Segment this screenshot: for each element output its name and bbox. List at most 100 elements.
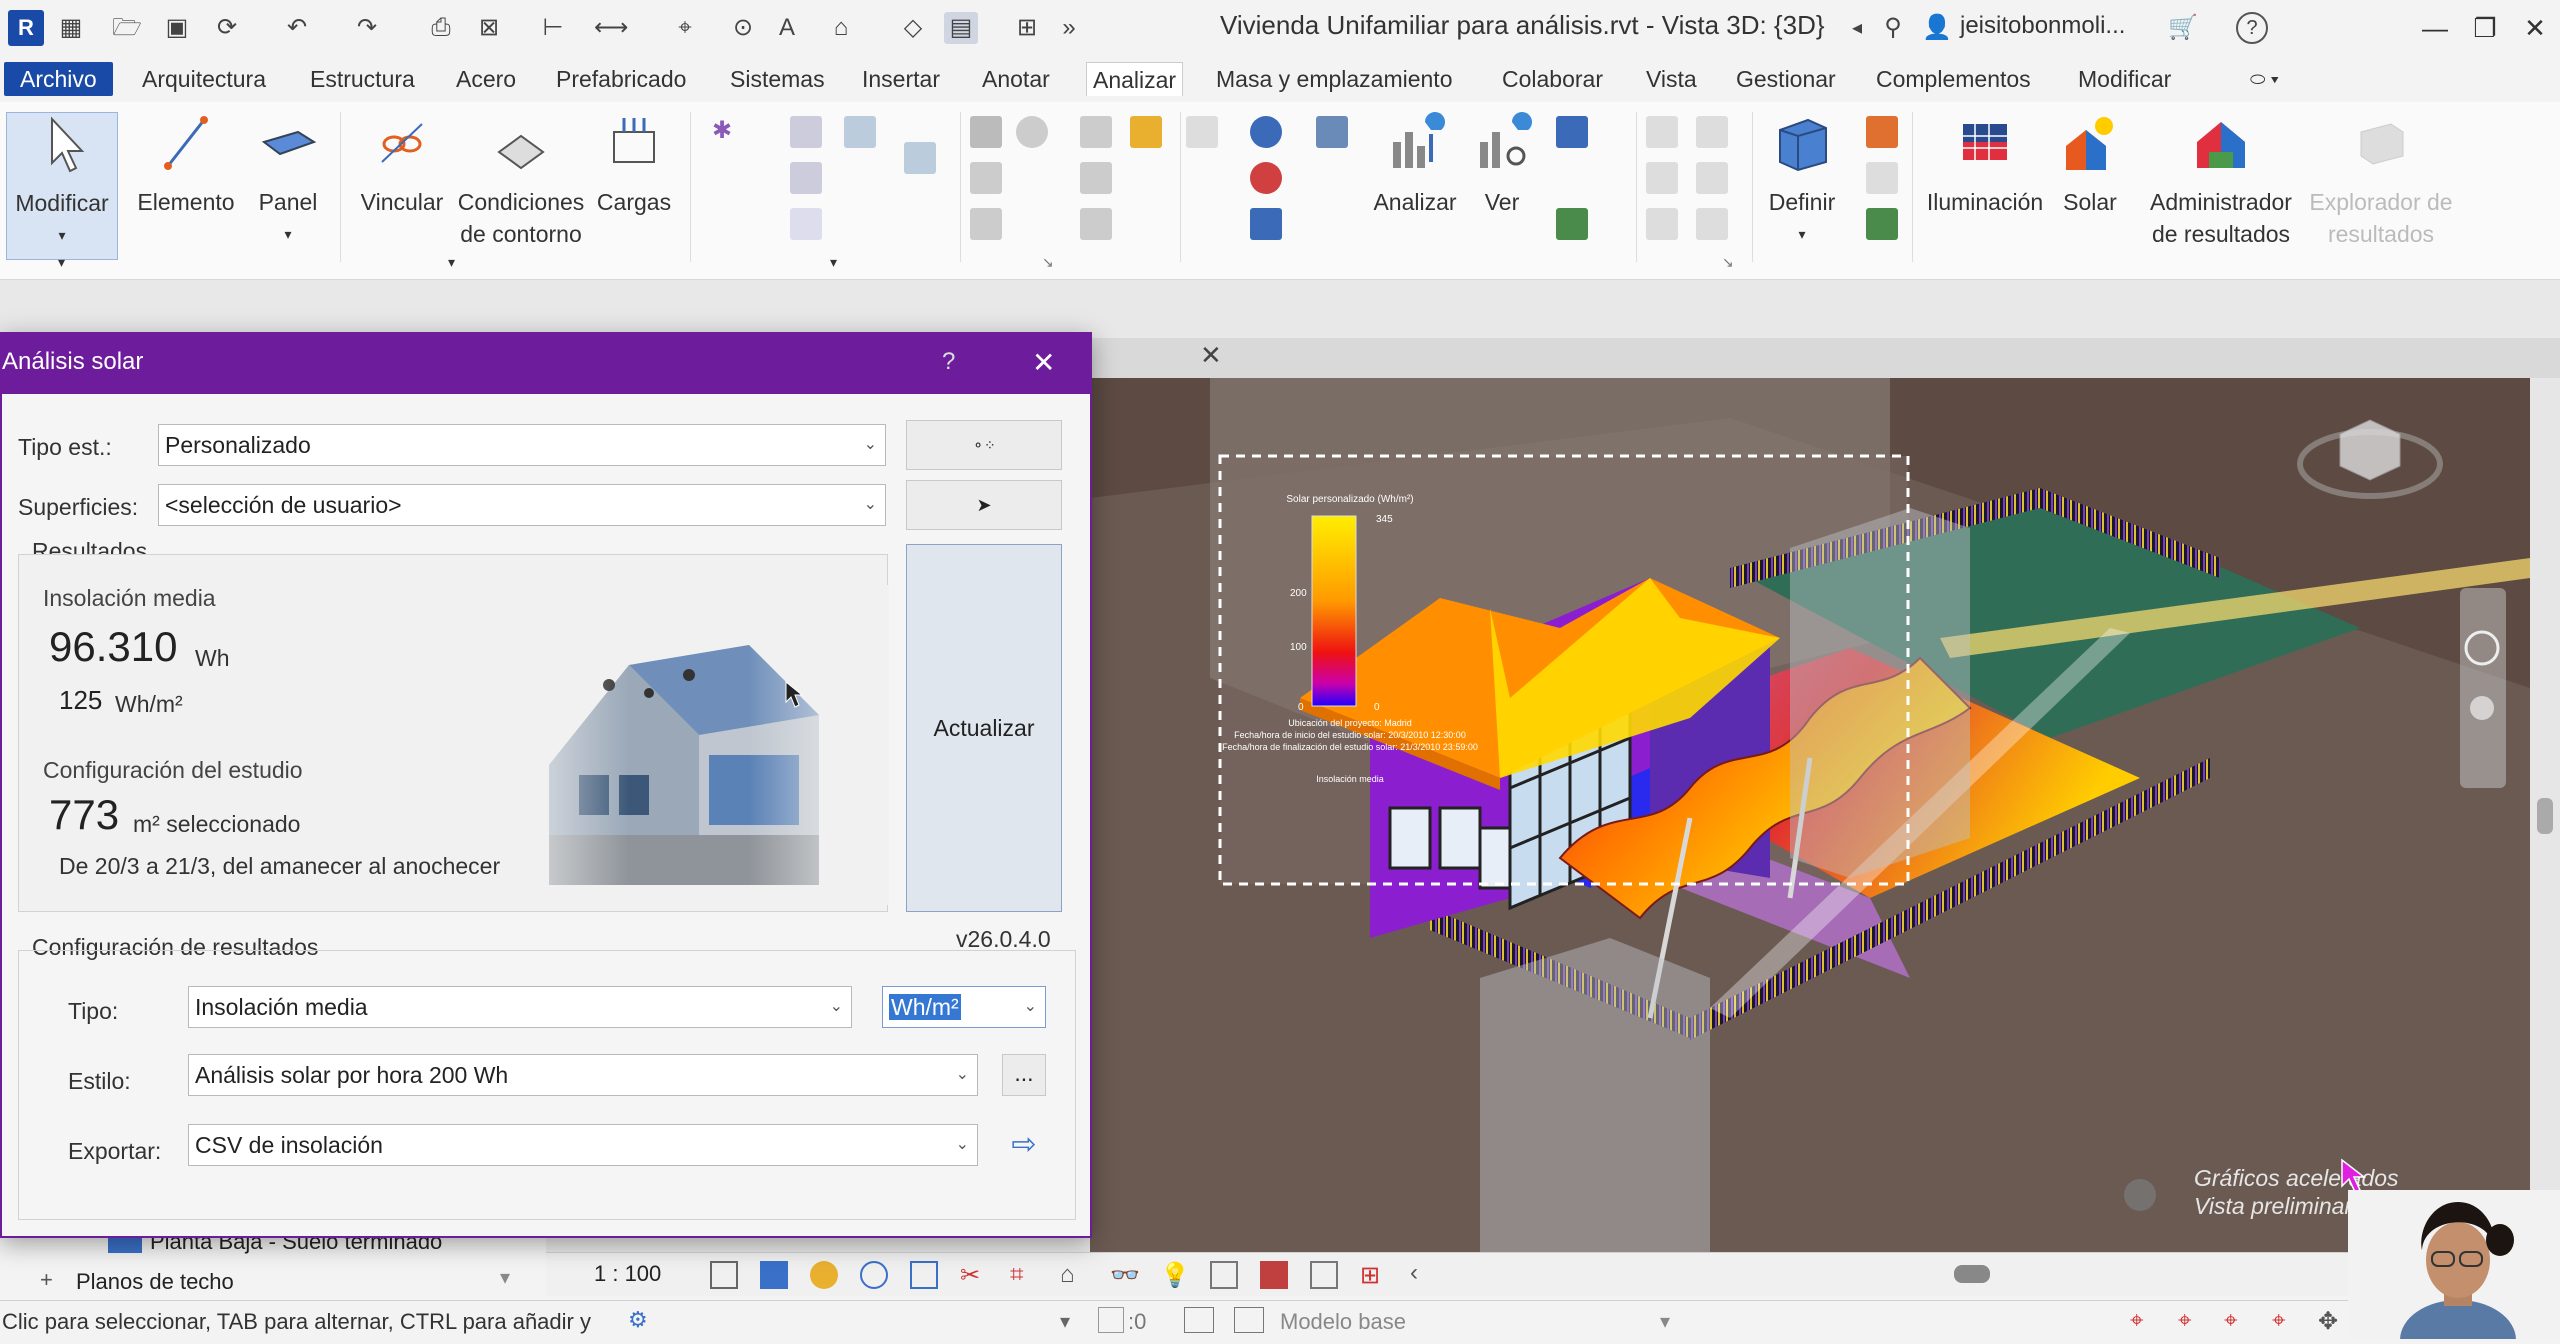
sync-icon[interactable]: ⟳ bbox=[210, 12, 244, 44]
section-icon[interactable]: ◇ bbox=[896, 12, 930, 44]
study-type-select[interactable]: Personalizado ⌄ bbox=[158, 424, 886, 466]
surfaces-select[interactable]: <selección de usuario> ⌄ bbox=[158, 484, 886, 526]
detail-level-icon[interactable] bbox=[710, 1261, 738, 1289]
tab-sistemas[interactable]: Sistemas bbox=[724, 62, 831, 96]
close-view-icon[interactable]: ✕ bbox=[1200, 340, 1222, 371]
close-window-button[interactable]: ✕ bbox=[2505, 6, 2560, 50]
save-icon[interactable]: ▣ bbox=[160, 12, 194, 44]
scroll-left-icon[interactable]: ‹ bbox=[1410, 1259, 1418, 1287]
dialog-launcher-icon[interactable]: ↘ bbox=[1042, 254, 1054, 271]
tab-archivo[interactable]: Archivo bbox=[4, 62, 113, 96]
drag-elements-icon[interactable]: ✥ bbox=[2318, 1307, 2338, 1336]
reveal-hidden-icon[interactable]: 💡 bbox=[1160, 1261, 1190, 1289]
tab-arquitectura[interactable]: Arquitectura bbox=[136, 62, 272, 96]
viewport-scrollbar[interactable] bbox=[2530, 378, 2560, 1258]
style-more-button[interactable]: ... bbox=[1002, 1054, 1046, 1096]
dialog-title-bar[interactable]: Análisis solar ? ✕ bbox=[2, 334, 1090, 394]
scrollbar-thumb[interactable] bbox=[2537, 798, 2553, 834]
globe-remove-icon[interactable] bbox=[1250, 162, 1282, 194]
route-icon[interactable] bbox=[1556, 116, 1588, 148]
modify-button[interactable]: Modificar ▾ bbox=[6, 112, 118, 260]
switch-windows-icon[interactable]: ▤ bbox=[944, 12, 978, 44]
3d-viewport[interactable]: Solar personalizado (Wh/m²) 345 200 100 … bbox=[1090, 378, 2530, 1258]
expand-icon[interactable]: + bbox=[40, 1267, 53, 1293]
system-icon[interactable] bbox=[1080, 208, 1112, 240]
tag-icon[interactable]: ⌖ bbox=[668, 12, 702, 44]
definition-small-icon[interactable] bbox=[1646, 162, 1678, 194]
element-button[interactable]: Elemento bbox=[130, 112, 242, 218]
3d-model-view[interactable]: Solar personalizado (Wh/m²) 345 200 100 … bbox=[1090, 378, 2530, 1258]
undo-icon[interactable]: ↶ bbox=[280, 12, 314, 44]
route-add-icon[interactable] bbox=[1556, 208, 1588, 240]
space-icon[interactable] bbox=[970, 116, 1002, 148]
design-options-icon[interactable] bbox=[1184, 1307, 1214, 1333]
select-underlay-icon[interactable]: ⌖ bbox=[2178, 1307, 2192, 1335]
panel-button[interactable]: Panel ▾ bbox=[248, 112, 328, 250]
close-hidden-icon[interactable]: ⊞ bbox=[1010, 12, 1044, 44]
tab-gestionar[interactable]: Gestionar bbox=[1730, 62, 1842, 96]
help-icon[interactable]: ? bbox=[2236, 12, 2268, 44]
definition-small-icon[interactable] bbox=[1646, 116, 1678, 148]
toggle-icon[interactable] bbox=[2124, 1179, 2156, 1211]
lighting-button[interactable]: Iluminación bbox=[1920, 112, 2050, 218]
crop-view-icon[interactable]: ✂ bbox=[960, 1261, 988, 1289]
model-icon[interactable] bbox=[1234, 1307, 1264, 1333]
report-icon[interactable] bbox=[1250, 208, 1282, 240]
view-scale[interactable]: 1 : 100 bbox=[594, 1261, 661, 1287]
analysis-small-icon[interactable] bbox=[904, 142, 936, 174]
navigation-bar[interactable] bbox=[2460, 588, 2506, 788]
delete-icon[interactable]: ⊠ bbox=[472, 12, 506, 44]
browser-item-planos-techo[interactable]: Planos de techo bbox=[76, 1269, 234, 1295]
browser-scroll-down-icon[interactable]: ▾ bbox=[500, 1265, 510, 1290]
dialog-close-button[interactable]: ✕ bbox=[1032, 346, 1055, 379]
dimension-icon[interactable]: ⟷ bbox=[594, 12, 628, 44]
definition-small-icon[interactable] bbox=[1696, 116, 1728, 148]
user-name[interactable]: jeisitobonmoli... bbox=[1960, 12, 2125, 40]
hide-isolate-icon[interactable]: 👓 bbox=[1110, 1261, 1140, 1289]
tab-masa[interactable]: Masa y emplazamiento bbox=[1210, 62, 1459, 96]
energy-icon[interactable] bbox=[1186, 116, 1218, 148]
lock-view-icon[interactable]: ⌂ bbox=[1060, 1261, 1088, 1289]
tab-vista[interactable]: Vista bbox=[1640, 62, 1703, 96]
redo-icon[interactable]: ↷ bbox=[350, 12, 384, 44]
constraints-icon[interactable] bbox=[1310, 1261, 1338, 1289]
definition-small-icon[interactable] bbox=[1696, 208, 1728, 240]
space-tag-icon[interactable] bbox=[970, 162, 1002, 194]
export-button[interactable]: ⇨ bbox=[1002, 1124, 1046, 1168]
select-face-icon[interactable]: ⌖ bbox=[2272, 1307, 2286, 1335]
update-button[interactable]: Actualizar bbox=[906, 544, 1062, 912]
analysis-small-icon[interactable] bbox=[844, 116, 876, 148]
warning-icon[interactable] bbox=[1130, 116, 1162, 148]
system-icon[interactable] bbox=[1080, 162, 1112, 194]
solar-button[interactable]: Solar bbox=[2052, 112, 2128, 218]
system-icon[interactable] bbox=[1080, 116, 1112, 148]
model-base-label[interactable]: Modelo base bbox=[1280, 1309, 1406, 1335]
sun-path-icon[interactable] bbox=[810, 1261, 838, 1289]
grid-small-icon[interactable] bbox=[1866, 116, 1898, 148]
link-button[interactable]: Vincular bbox=[350, 112, 454, 218]
open-folder-icon[interactable]: 🗁 bbox=[110, 12, 144, 44]
tab-acero[interactable]: Acero bbox=[450, 62, 522, 96]
cart-icon[interactable]: 🛒 bbox=[2166, 12, 2200, 44]
panel-toggle-icon[interactable]: ⬭ ▾ bbox=[2244, 62, 2285, 96]
print-icon[interactable]: ⎙ bbox=[424, 12, 458, 44]
hidden-elements-icon[interactable]: ⊞ bbox=[1360, 1261, 1388, 1289]
analysis-display-icon[interactable] bbox=[1260, 1261, 1288, 1289]
tab-anotar[interactable]: Anotar bbox=[976, 62, 1056, 96]
tab-analizar[interactable]: Analizar bbox=[1086, 62, 1184, 96]
select-links-icon[interactable]: ⌖ bbox=[2130, 1307, 2144, 1335]
result-type-select[interactable]: Insolación media ⌄ bbox=[188, 986, 852, 1028]
shadows-icon[interactable] bbox=[860, 1261, 888, 1289]
revit-logo[interactable]: R bbox=[8, 10, 44, 46]
loads-button[interactable]: Cargas bbox=[594, 112, 674, 218]
zone-icon[interactable] bbox=[1016, 116, 1048, 148]
panel-dropdown-icon[interactable]: ▾ bbox=[58, 254, 65, 271]
selection-filter-icon[interactable] bbox=[1098, 1307, 1124, 1333]
dialog-launcher-icon[interactable]: ↘ bbox=[1722, 254, 1734, 271]
globe-icon[interactable] bbox=[1250, 116, 1282, 148]
view-results-button[interactable]: Ver bbox=[1462, 112, 1542, 218]
default-3d-icon[interactable]: ⌂ bbox=[824, 12, 858, 44]
define-button[interactable]: Definir ▾ bbox=[1760, 112, 1844, 250]
sun-settings-button[interactable]: ⚬⁘ bbox=[906, 420, 1062, 470]
more-icon[interactable]: » bbox=[1052, 12, 1086, 44]
